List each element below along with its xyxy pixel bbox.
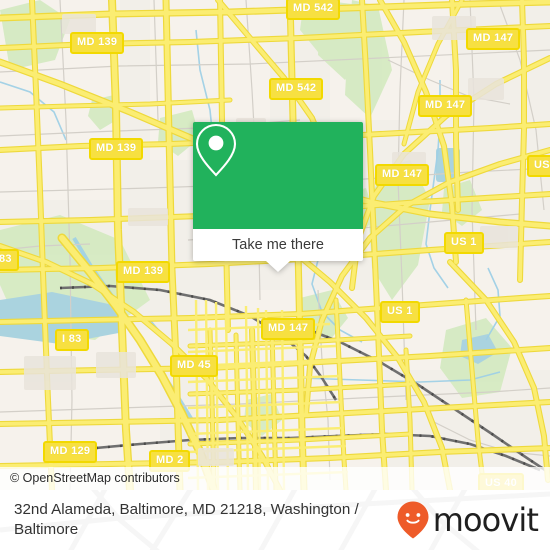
map-screen: MD 542 MD 139 MD 147 MD 542 MD 147 MD 13…	[0, 0, 550, 550]
moovit-pin-icon	[397, 501, 429, 539]
road-shield: MD 139	[116, 261, 171, 283]
road-shield: US 1	[444, 232, 484, 254]
map-canvas[interactable]: MD 542 MD 139 MD 147 MD 542 MD 147 MD 13…	[0, 0, 550, 490]
road-shield: MD 147	[466, 28, 521, 50]
road-shield: MD 542	[286, 0, 341, 20]
road-shield: MD 45	[170, 355, 218, 377]
road-shield: MD 139	[70, 32, 125, 54]
road-shield: US 1	[380, 301, 420, 323]
popup-icon-panel	[193, 122, 363, 229]
map-attribution[interactable]: © OpenStreetMap contributors	[0, 466, 550, 490]
road-shield: MD 129	[43, 441, 98, 463]
footer-bar: 32nd Alameda, Baltimore, MD 21218, Washi…	[0, 490, 550, 550]
moovit-logo[interactable]: moovit	[396, 500, 539, 540]
road-shield: 83	[0, 249, 19, 271]
road-shield: MD 147	[418, 95, 473, 117]
road-shield: MD 139	[89, 138, 144, 160]
address-text: 32nd Alameda, Baltimore, MD 21218, Washi…	[14, 500, 359, 538]
road-shield: I 83	[55, 329, 89, 351]
map-pin-icon	[195, 123, 237, 177]
road-shield: US	[527, 155, 550, 177]
road-shield: MD 147	[375, 164, 430, 186]
take-me-there-button[interactable]: Take me there	[193, 229, 363, 272]
popup-tail	[266, 261, 290, 272]
road-shield: MD 542	[269, 78, 324, 100]
location-popup-card[interactable]: Take me there	[193, 122, 363, 272]
moovit-wordmark: moovit	[432, 501, 539, 539]
take-me-there-label: Take me there	[232, 236, 324, 253]
road-shield: MD 147	[261, 318, 316, 340]
